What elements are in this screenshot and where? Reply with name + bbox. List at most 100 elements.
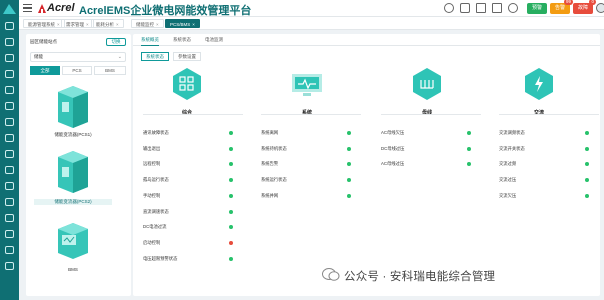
volume-icon[interactable] bbox=[476, 3, 486, 13]
tab-system-status[interactable]: 系统状态 bbox=[173, 37, 191, 43]
screen-icon[interactable] bbox=[492, 3, 502, 13]
category-busbar: 母线 bbox=[397, 68, 457, 116]
logo-text: Acrel bbox=[47, 2, 75, 14]
station-select[interactable]: 储能 ⌄ bbox=[30, 52, 126, 62]
list-icon[interactable] bbox=[5, 70, 14, 78]
cabinet-icon bbox=[58, 86, 88, 128]
status-item-label: 交流开关状态 bbox=[499, 145, 525, 151]
status-ok-indicator bbox=[467, 131, 471, 135]
tab-overview[interactable]: 系统概览 bbox=[141, 37, 159, 46]
status-item-label: 交流过频 bbox=[499, 161, 517, 167]
ac-bolt-icon bbox=[525, 68, 553, 100]
status-ok-indicator bbox=[347, 193, 351, 198]
busbar-icon bbox=[413, 68, 441, 100]
home-icon[interactable] bbox=[5, 22, 14, 30]
side-rail bbox=[0, 0, 19, 300]
switch-button[interactable]: 切换 bbox=[106, 38, 126, 46]
fault-button[interactable]: 故障 0 bbox=[573, 0, 596, 14]
subtab-params[interactable]: 参数设置 bbox=[173, 52, 201, 61]
status-ok-indicator bbox=[229, 162, 233, 167]
filter-pcs[interactable]: PCS bbox=[62, 66, 92, 75]
alarm-button[interactable]: 告警 99 bbox=[550, 0, 573, 14]
cabinet-icon bbox=[58, 151, 88, 193]
status-item-label: 手动控制 bbox=[143, 192, 161, 198]
tab-energy-system[interactable]: 能源管理系统 × bbox=[23, 19, 65, 28]
status-ok-indicator bbox=[229, 146, 233, 151]
device-label: BMS bbox=[68, 267, 78, 272]
status-ok-indicator bbox=[229, 209, 233, 214]
report-icon[interactable] bbox=[5, 182, 14, 190]
divider bbox=[499, 114, 599, 115]
category-general: 综合 bbox=[157, 68, 217, 116]
status-item-label: DC母线过压 bbox=[381, 145, 405, 151]
tools-icon[interactable] bbox=[5, 214, 14, 222]
status-item-label: 直流调速状态 bbox=[143, 208, 169, 214]
globe-icon[interactable] bbox=[444, 3, 454, 13]
monitor-icon bbox=[292, 74, 322, 96]
help-circle-icon[interactable] bbox=[508, 3, 518, 13]
fullscreen-icon[interactable] bbox=[460, 3, 470, 13]
status-item-label: 交流调频状态 bbox=[499, 130, 525, 135]
bms-icon bbox=[58, 223, 88, 259]
grid-icon bbox=[173, 68, 201, 100]
status-item-label: AC母线过压 bbox=[381, 161, 405, 167]
status-ok-indicator bbox=[229, 178, 233, 183]
tab-pcs-bms[interactable]: PCS/BMS × bbox=[165, 19, 200, 28]
status-item-label: 系统告警 bbox=[261, 161, 279, 167]
edit-icon[interactable] bbox=[5, 150, 14, 158]
chart-icon[interactable] bbox=[5, 54, 14, 62]
tab-demand[interactable]: 需求管理 × bbox=[61, 19, 94, 28]
user-icon[interactable] bbox=[5, 230, 14, 238]
status-ok-indicator bbox=[585, 131, 589, 135]
avatar[interactable] bbox=[596, 3, 604, 13]
category-ac: 交流 bbox=[509, 68, 569, 116]
menu-toggle-icon[interactable] bbox=[23, 4, 32, 12]
status-ok-indicator bbox=[467, 146, 471, 151]
status-ok-indicator bbox=[467, 162, 471, 167]
divider bbox=[261, 114, 361, 115]
status-ok-indicator bbox=[347, 131, 351, 135]
page-tabs: 能源管理系统 × 需求管理 × 能耗分析 × 储能监控 × PCS/BMS × bbox=[19, 17, 604, 30]
status-item-label: 启动控制 bbox=[143, 239, 161, 245]
tab-storage-monitor[interactable]: 储能监控 × bbox=[131, 19, 164, 28]
help-icon[interactable] bbox=[5, 262, 14, 270]
divider bbox=[143, 114, 243, 115]
document-icon[interactable] bbox=[5, 102, 14, 110]
top-header: Acrel AcrelEMS企业微电网能效管理平台 预警 告警 99 故障 0 bbox=[19, 0, 604, 17]
status-item-label: 孤岛运行状态 bbox=[143, 177, 169, 183]
divider bbox=[381, 114, 481, 115]
device-label: 储能变流器(PCS2) bbox=[34, 199, 112, 205]
device-pcs2[interactable]: 储能变流器(PCS2) bbox=[34, 149, 112, 205]
calendar-icon[interactable] bbox=[5, 166, 14, 174]
fault-count-badge: 0 bbox=[589, 0, 596, 5]
status-ok-indicator bbox=[347, 178, 351, 183]
alarm-icon[interactable] bbox=[5, 198, 14, 206]
status-item-label: 系统并网 bbox=[261, 192, 279, 198]
status-item-label: 交流欠压 bbox=[499, 192, 517, 198]
device-bms[interactable]: BMS bbox=[54, 219, 92, 272]
status-panel: 系统概览 系统状态 电池监测 系统状态 参数设置 综合 系统 母线 交流 通讯故… bbox=[133, 34, 600, 296]
filter-bms[interactable]: BMS bbox=[94, 66, 126, 75]
status-item-label: DC电池过流 bbox=[143, 224, 167, 230]
tab-energy-analysis[interactable]: 能耗分析 × bbox=[91, 19, 124, 28]
subtab-status[interactable]: 系统状态 bbox=[141, 52, 169, 61]
bolt-icon[interactable] bbox=[5, 118, 14, 126]
filter-all[interactable]: 全部 bbox=[30, 66, 60, 75]
battery-icon[interactable] bbox=[5, 134, 14, 142]
alarm-count-badge: 99 bbox=[563, 0, 573, 5]
device-pcs1[interactable]: 储能变流器(PCS1) bbox=[54, 84, 92, 137]
monitor-icon[interactable] bbox=[5, 38, 14, 46]
wechat-icon bbox=[322, 268, 340, 281]
table-icon[interactable] bbox=[5, 86, 14, 94]
status-ok-indicator bbox=[585, 193, 589, 198]
status-item-label: 系统运行状态 bbox=[261, 177, 287, 183]
station-panel-title: 园区储能站点 bbox=[30, 39, 57, 44]
warning-button[interactable]: 预警 bbox=[527, 3, 547, 14]
settings-icon[interactable] bbox=[5, 246, 14, 254]
logo-icon bbox=[3, 4, 16, 14]
status-ok-indicator bbox=[229, 225, 233, 230]
status-item-label: 电压超限预警状态 bbox=[143, 255, 178, 261]
device-label: 储能变流器(PCS1) bbox=[54, 132, 92, 137]
tab-battery[interactable]: 电池监测 bbox=[205, 37, 223, 43]
app-title: AcrelEMS企业微电网能效管理平台 bbox=[79, 5, 252, 17]
